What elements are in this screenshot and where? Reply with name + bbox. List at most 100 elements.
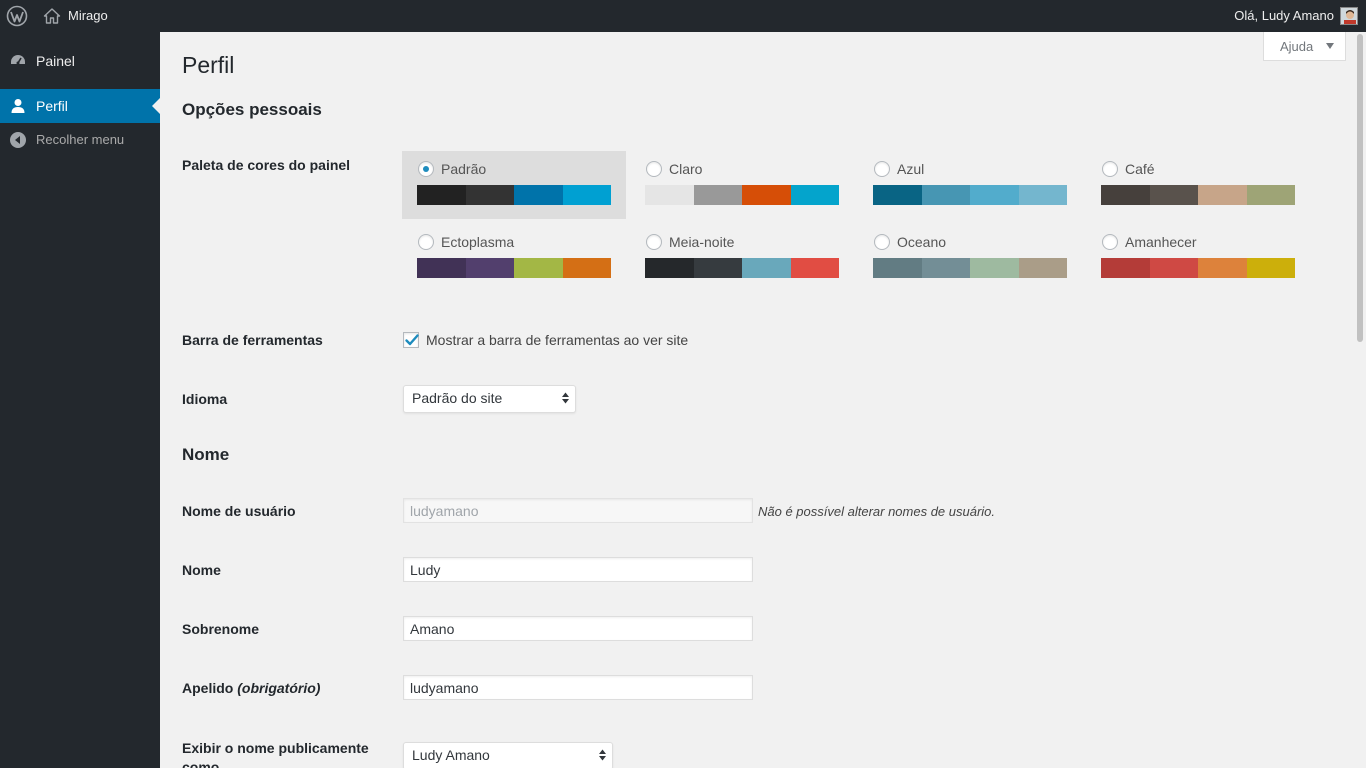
color-scheme-option[interactable]: Amanhecer: [1086, 224, 1310, 292]
color-scheme-option[interactable]: Azul: [858, 151, 1082, 219]
color-swatch: [742, 258, 791, 278]
color-swatch: [873, 258, 922, 278]
scrollbar[interactable]: [1357, 34, 1363, 342]
color-scheme-option[interactable]: Meia-noite: [630, 224, 854, 292]
color-swatch: [693, 258, 742, 278]
collapse-menu-button[interactable]: Recolher menu: [0, 123, 160, 157]
color-swatch: [1246, 185, 1295, 205]
color-swatches: [645, 258, 839, 278]
sidebar-item-perfil[interactable]: Perfil: [0, 89, 160, 123]
toolbar-checkbox[interactable]: [403, 332, 419, 348]
color-scheme-option[interactable]: Padrão: [402, 151, 626, 219]
page-title: Perfil: [182, 52, 235, 78]
color-scheme-option[interactable]: Claro: [630, 151, 854, 219]
display-name-label: Exibir o nome publicamente como: [182, 740, 369, 768]
color-scheme-label: Paleta de cores do painel: [182, 157, 351, 173]
help-tab-button[interactable]: Ajuda: [1263, 32, 1346, 61]
color-swatches: [1101, 258, 1295, 278]
dashboard-icon: [11, 55, 25, 65]
color-swatch: [465, 258, 514, 278]
toolbar-checkbox-label[interactable]: Mostrar a barra de ferramentas ao ver si…: [426, 332, 688, 348]
username-note: Não é possível alterar nomes de usuário.: [758, 504, 996, 519]
color-scheme-name: Meia-noite: [669, 234, 735, 250]
color-swatch: [790, 258, 839, 278]
nickname-label-row: Apelido (obrigatório): [182, 680, 320, 696]
language-select-value: Padrão do site: [412, 390, 503, 406]
color-swatch: [465, 185, 514, 205]
color-swatch: [514, 185, 563, 205]
color-swatch: [921, 258, 970, 278]
color-swatch: [417, 185, 466, 205]
color-swatch: [693, 185, 742, 205]
color-swatch: [1101, 258, 1150, 278]
wordpress-logo-icon[interactable]: [6, 5, 28, 27]
color-scheme-name: Oceano: [897, 234, 947, 250]
color-swatch: [645, 258, 694, 278]
help-tab-label: Ajuda: [1280, 39, 1314, 54]
section-heading-personal-options: Opções pessoais: [182, 100, 322, 119]
checkmark-icon: [405, 334, 419, 346]
color-swatch: [562, 258, 611, 278]
color-swatch: [1198, 258, 1247, 278]
color-swatch: [1149, 258, 1198, 278]
color-swatches: [873, 185, 1067, 205]
section-heading-name: Nome: [182, 445, 230, 464]
color-scheme-radio[interactable]: [646, 161, 662, 177]
color-scheme-name: Padrão: [441, 161, 487, 177]
color-swatches: [417, 185, 611, 205]
color-swatch: [970, 185, 1019, 205]
color-scheme-radio[interactable]: [874, 234, 890, 250]
color-swatch: [921, 185, 970, 205]
nickname-field[interactable]: [403, 675, 753, 700]
required-note: (obrigatório): [237, 680, 321, 696]
color-scheme-option[interactable]: Oceano: [858, 224, 1082, 292]
color-scheme-name: Azul: [897, 161, 925, 177]
color-swatch: [1018, 258, 1067, 278]
color-scheme-radio[interactable]: [874, 161, 890, 177]
user-icon: [11, 99, 25, 113]
active-menu-arrow: [152, 98, 160, 114]
select-arrows-icon: [562, 392, 569, 404]
home-icon[interactable]: [43, 7, 61, 25]
color-scheme-name: Claro: [669, 161, 703, 177]
sidebar-item-painel[interactable]: Painel: [0, 44, 160, 78]
site-name-link[interactable]: Mirago: [68, 0, 108, 32]
last-name-field[interactable]: [403, 616, 753, 641]
color-scheme-option[interactable]: Ectoplasma: [402, 224, 626, 292]
color-scheme-radio[interactable]: [418, 234, 434, 250]
color-scheme-name: Café: [1125, 161, 1155, 177]
color-swatch: [1149, 185, 1198, 205]
color-scheme-option[interactable]: Café: [1086, 151, 1310, 219]
toolbar-label: Barra de ferramentas: [182, 332, 323, 348]
color-swatch: [514, 258, 563, 278]
admin-sidebar: Painel Perfil Recolher menu: [0, 32, 160, 768]
color-swatch: [417, 258, 466, 278]
select-arrows-icon: [599, 749, 606, 761]
color-scheme-radio[interactable]: [1102, 234, 1118, 250]
color-swatch: [645, 185, 694, 205]
color-scheme-name: Amanhecer: [1125, 234, 1197, 250]
display-name-select[interactable]: Ludy Amano: [403, 742, 613, 768]
color-swatch: [970, 258, 1019, 278]
language-label: Idioma: [182, 391, 228, 407]
caret-down-icon: [1326, 43, 1334, 49]
first-name-field[interactable]: [403, 557, 753, 582]
color-scheme-radio[interactable]: [646, 234, 662, 250]
sidebar-item-label: Recolher menu: [36, 132, 125, 147]
color-swatches: [417, 258, 611, 278]
admin-bar: Mirago Olá, Ludy Amano: [0, 0, 1366, 32]
username-field: [403, 498, 753, 523]
color-swatch: [742, 185, 791, 205]
collapse-icon: [10, 132, 26, 148]
sidebar-item-label: Perfil: [36, 98, 68, 114]
color-scheme-radio[interactable]: [418, 161, 434, 177]
color-scheme-radio[interactable]: [1102, 161, 1118, 177]
color-swatch: [1246, 258, 1295, 278]
color-swatch: [1018, 185, 1067, 205]
color-swatches: [873, 258, 1067, 278]
color-swatch: [562, 185, 611, 205]
language-select[interactable]: Padrão do site: [403, 385, 576, 413]
user-greeting[interactable]: Olá, Ludy Amano: [1234, 0, 1334, 32]
color-scheme-name: Ectoplasma: [441, 234, 515, 250]
avatar[interactable]: [1340, 7, 1358, 25]
